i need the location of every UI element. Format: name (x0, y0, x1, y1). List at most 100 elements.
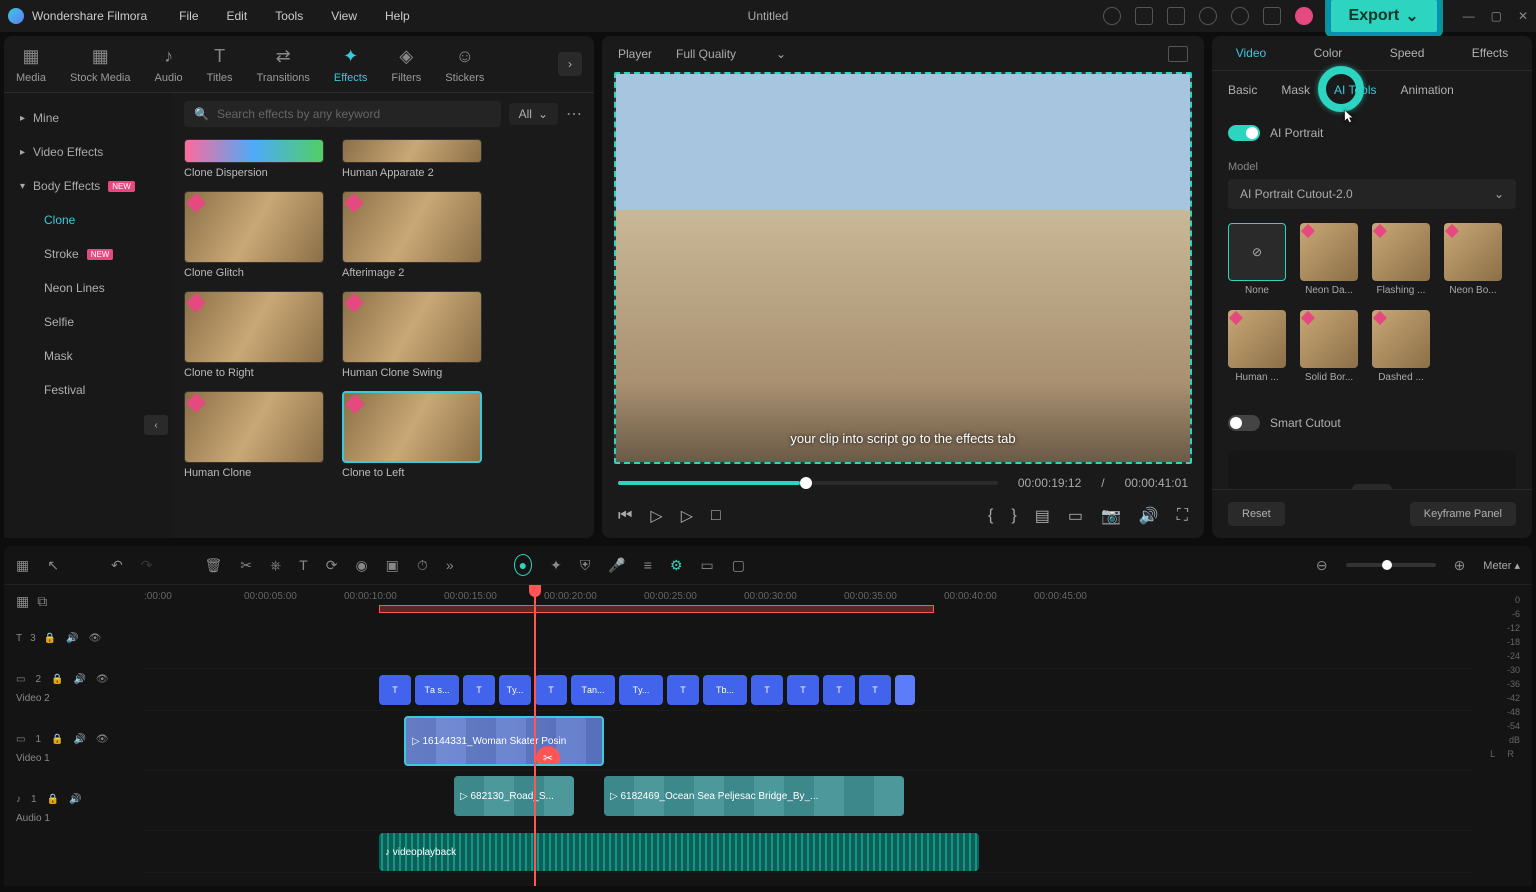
headphones-icon[interactable] (1231, 7, 1249, 25)
menu-file[interactable]: File (179, 9, 198, 23)
snapshot-icon[interactable] (1168, 46, 1188, 62)
playhead[interactable] (534, 585, 536, 886)
menu-view[interactable]: View (331, 9, 357, 23)
ai-icon[interactable]: ⚙ (670, 557, 683, 574)
track-video-1[interactable]: ▭1🔒🔊👁Video 1 (4, 719, 144, 779)
tab-stock-media[interactable]: ▦Stock Media (70, 44, 131, 84)
menu-help[interactable]: Help (385, 9, 410, 23)
next-frame-icon[interactable]: ▷ (681, 506, 693, 526)
tab-fx[interactable]: Effects (1472, 46, 1508, 60)
zoom-out-icon[interactable]: ⊖ (1316, 557, 1328, 574)
video-clip-2[interactable]: ▷ 16144331_Woman Skater Posin ✂ (404, 716, 604, 766)
portrait-item[interactable]: Human ... (1228, 310, 1286, 383)
ai-portrait-toggle[interactable] (1228, 125, 1260, 141)
text-clip[interactable]: T b... (703, 675, 747, 705)
zoom-slider[interactable] (1346, 563, 1436, 567)
cut-icon[interactable]: ✂ (240, 557, 252, 574)
text-clip[interactable] (895, 675, 915, 705)
portrait-item[interactable]: Neon Da... (1300, 223, 1358, 296)
text-clip[interactable]: T (463, 675, 495, 705)
sidebar-video-effects[interactable]: ▸Video Effects (4, 135, 172, 169)
color-icon[interactable]: ◉ (355, 557, 367, 574)
undo-icon[interactable]: ↶ (111, 557, 123, 574)
text-clip[interactable]: T (667, 675, 699, 705)
playback-slider[interactable] (618, 481, 998, 485)
effect-card[interactable]: Afterimage 2 (342, 191, 482, 279)
sidebar-item-stroke[interactable]: Stroke NEW (4, 237, 172, 271)
sidebar-mine[interactable]: ▸Mine (4, 101, 172, 135)
close-icon[interactable]: ✕ (1518, 9, 1528, 23)
speed-icon[interactable]: ⟳ (326, 557, 338, 574)
redo-icon[interactable]: ↷ (141, 557, 153, 574)
tab-filters[interactable]: ◈Filters (391, 44, 421, 84)
timeline-ruler[interactable]: :00:00 00:00:05:00 00:00:10:00 00:00:15:… (144, 585, 1472, 617)
search-input[interactable]: 🔍 Search effects by any keyword (184, 101, 501, 127)
text-clip[interactable]: T (379, 675, 411, 705)
video-clip-1a[interactable]: ▷ 682130_Road_S... (454, 776, 574, 816)
delete-icon[interactable]: 🗑 (204, 557, 222, 574)
tab-media[interactable]: ▦Media (16, 44, 46, 84)
track-text-3[interactable]: T3🔒🔊👁 (4, 617, 144, 659)
portrait-item[interactable]: Solid Bor... (1300, 310, 1358, 383)
mixer-icon[interactable]: ≡ (644, 557, 652, 573)
cursor-icon[interactable]: ↖ (47, 557, 59, 574)
display-icon[interactable]: ▭ (1068, 506, 1083, 526)
timeline-tracks[interactable]: :00:00 00:00:05:00 00:00:10:00 00:00:15:… (144, 585, 1472, 886)
layout-grid-icon[interactable]: ▦ (16, 557, 29, 574)
effect-card[interactable]: Clone Glitch (184, 191, 324, 279)
subtab-animation[interactable]: Animation (1400, 83, 1453, 97)
keyframe-panel-button[interactable]: Keyframe Panel (1410, 502, 1516, 526)
export-button[interactable]: Export ⌄ (1327, 0, 1441, 36)
record-icon[interactable] (1103, 7, 1121, 25)
magnet-icon[interactable]: ⧉ (37, 593, 47, 610)
marker-out-icon[interactable]: } (1011, 507, 1016, 525)
text-clip[interactable]: T (751, 675, 783, 705)
apps-icon[interactable] (1263, 7, 1281, 25)
user-avatar[interactable] (1295, 7, 1313, 25)
zoom-in-icon[interactable]: ⊕ (1454, 557, 1466, 574)
smart-cutout-area[interactable]: Click to start Smart Cutout (1228, 451, 1516, 489)
effect-card[interactable]: Clone Dispersion (184, 139, 324, 179)
timer-icon[interactable]: ⏱ (417, 557, 428, 574)
effect-card[interactable]: Clone to Right (184, 291, 324, 379)
audio-clip[interactable]: ♪ videoplayback (379, 833, 979, 871)
meter-label[interactable]: Meter ▴ (1483, 559, 1520, 572)
text-clip[interactable]: T (535, 675, 567, 705)
sidebar-body-effects[interactable]: ▾Body EffectsNEW (4, 169, 172, 203)
portrait-none[interactable]: ⊘None (1228, 223, 1286, 296)
text-clip[interactable]: T (787, 675, 819, 705)
tab-effects[interactable]: ✦Effects (334, 44, 367, 84)
quality-icon[interactable]: ▤ (1035, 506, 1050, 526)
smart-cutout-toggle[interactable] (1228, 415, 1260, 431)
marker-icon[interactable]: ● (514, 554, 532, 576)
more-icon[interactable]: » (446, 557, 454, 573)
menu-edit[interactable]: Edit (227, 9, 248, 23)
tab-speed[interactable]: Speed (1390, 46, 1425, 60)
text-clip[interactable]: T (823, 675, 855, 705)
text-icon[interactable]: T (299, 557, 308, 573)
crop-icon[interactable]: ⎈ (270, 557, 281, 574)
portrait-item[interactable]: Neon Bo... (1444, 223, 1502, 296)
camera-icon[interactable]: 📷 (1101, 506, 1121, 526)
fullscreen-icon[interactable]: ⛶ (1177, 507, 1188, 525)
menu-tools[interactable]: Tools (275, 9, 303, 23)
cloud-icon[interactable] (1199, 7, 1217, 25)
subtab-basic[interactable]: Basic (1228, 83, 1257, 97)
track-audio-1[interactable]: ♪1🔒🔊Audio 1 (4, 779, 144, 839)
text-clip[interactable]: T (859, 675, 891, 705)
effect-card[interactable]: Human Clone (184, 391, 324, 479)
portrait-item[interactable]: Dashed ... (1372, 310, 1430, 383)
text-clip[interactable]: T a s... (415, 675, 459, 705)
greenscreen-icon[interactable]: ▣ (386, 557, 399, 574)
sidebar-item-festival[interactable]: Festival (4, 373, 172, 407)
sidebar-item-clone[interactable]: Clone (4, 203, 172, 237)
more-options-icon[interactable]: ⋯ (566, 104, 582, 124)
text-clip[interactable]: T y... (499, 675, 531, 705)
adjust-icon[interactable]: ✦ (550, 557, 562, 574)
tab-transitions[interactable]: ⇄Transitions (257, 44, 310, 84)
effect-card[interactable]: Clone to Left (342, 391, 482, 479)
track-options-icon[interactable]: ▦ (16, 593, 29, 610)
reset-button[interactable]: Reset (1228, 502, 1285, 526)
sidebar-item-neon-lines[interactable]: Neon Lines (4, 271, 172, 305)
filter-dropdown[interactable]: All⌄ (509, 103, 558, 125)
